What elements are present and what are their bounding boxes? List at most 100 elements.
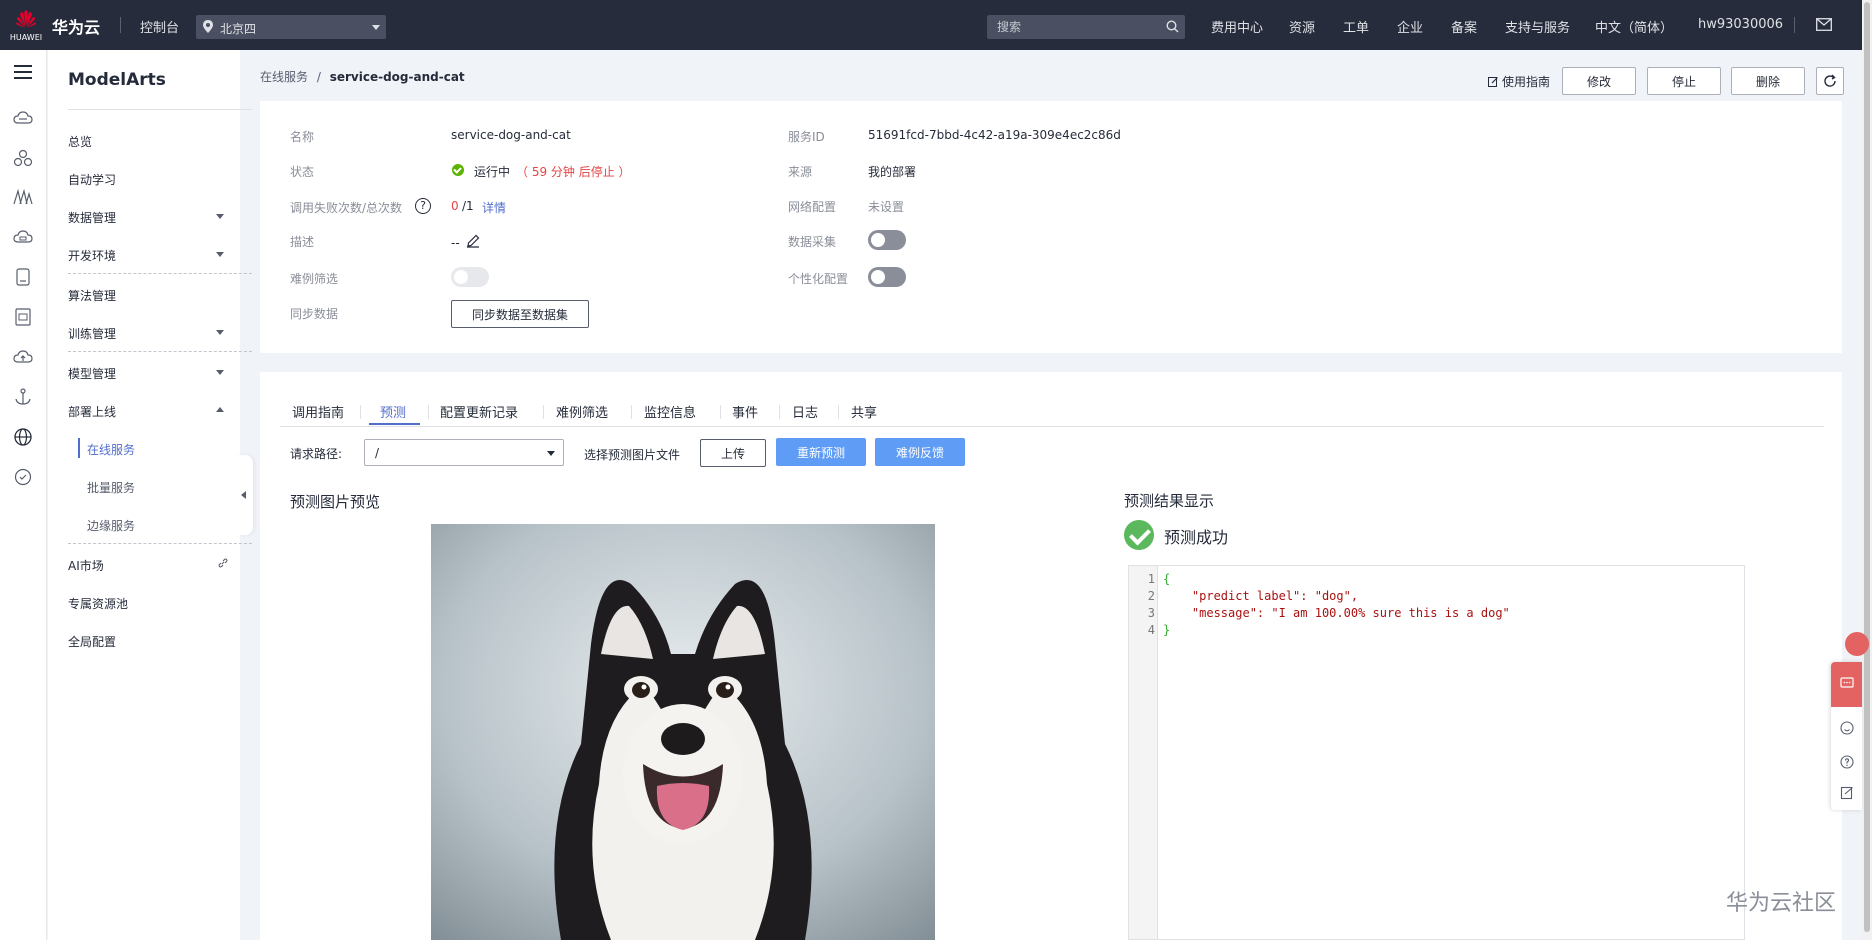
code-line: { (1163, 572, 1171, 586)
edit-doc-icon (1488, 77, 1498, 87)
chevron-down-icon[interactable] (216, 370, 224, 375)
floating-help-panel (1831, 662, 1862, 810)
calls-total: /1 (462, 199, 474, 213)
tab-separator (838, 405, 839, 419)
sidebar-item-algorithm[interactable]: 算法管理 (68, 287, 116, 304)
tab-logs[interactable]: 日志 (792, 402, 818, 421)
chevron-down-icon[interactable] (216, 252, 224, 257)
help-icon[interactable]: ? (415, 198, 431, 214)
breadcrumb-parent[interactable]: 在线服务 (260, 70, 308, 84)
chevron-down-icon[interactable] (216, 330, 224, 335)
cloud-storage-icon[interactable] (11, 225, 35, 249)
sidebar-item-batch-service[interactable]: 批量服务 (87, 479, 135, 496)
sidebar-item-online-service[interactable]: 在线服务 (87, 441, 135, 458)
breadcrumb-separator: / (316, 70, 321, 84)
brand-name[interactable]: 华为云 (52, 14, 100, 38)
line-number: 1 (1147, 572, 1155, 586)
data-collection-label: 数据采集 (788, 235, 837, 249)
globe-icon[interactable] (11, 425, 35, 449)
sidebar-item-deployment[interactable]: 部署上线 (68, 403, 116, 420)
search-input[interactable] (987, 15, 1185, 39)
sidebar-item-ai-market[interactable]: AI市场 (68, 557, 104, 574)
sidebar-item-edge-service[interactable]: 边缘服务 (87, 517, 135, 534)
delete-button[interactable]: 删除 (1731, 67, 1805, 95)
sidebar-item-dedicated-pool[interactable]: 专属资源池 (68, 595, 128, 612)
husky-dog-image (431, 524, 935, 940)
edit-icon[interactable] (466, 234, 480, 248)
source-value: 我的部署 (868, 165, 917, 179)
tabs-divider (280, 426, 1824, 427)
service-icon-rail (0, 50, 47, 940)
cluster-icon[interactable] (11, 146, 35, 170)
menu-icon[interactable] (11, 60, 35, 84)
result-json-viewer[interactable]: 1 2 3 4 { "predict label": "dog", "messa… (1128, 565, 1745, 940)
sync-dataset-button[interactable]: 同步数据至数据集 (451, 300, 589, 328)
device-icon[interactable] (11, 265, 35, 289)
document-icon[interactable] (11, 305, 35, 329)
tab-events[interactable]: 事件 (732, 402, 758, 421)
nav-enterprise[interactable]: 企业 (1397, 17, 1423, 36)
mail-icon[interactable] (1816, 18, 1832, 31)
service-id-value: 51691fcd-7bbd-4c42-a19a-309e4ec2c86d (868, 128, 1121, 142)
chat-icon (1840, 677, 1854, 688)
refresh-button[interactable] (1816, 67, 1844, 95)
assistant-mascot-icon[interactable] (1845, 632, 1869, 656)
repredict-button[interactable]: 重新预测 (776, 438, 866, 466)
sidebar-item-model-management[interactable]: 模型管理 (68, 365, 116, 382)
tab-call-guide[interactable]: 调用指南 (292, 402, 344, 421)
question-icon[interactable] (1840, 755, 1854, 769)
page-scrollbar[interactable] (1862, 0, 1872, 940)
hard-example-feedback-button[interactable]: 难例反馈 (875, 438, 965, 466)
request-path-label: 请求路径: (290, 447, 343, 461)
sidebar-item-dev-env[interactable]: 开发环境 (68, 247, 116, 264)
name-label: 名称 (290, 130, 315, 144)
sidebar-item-auto-learning[interactable]: 自动学习 (68, 171, 116, 188)
data-collection-toggle[interactable] (868, 230, 906, 250)
sidebar-item-global-config[interactable]: 全局配置 (68, 633, 116, 650)
modelarts-icon[interactable] (11, 185, 35, 209)
region-selector[interactable]: 北京四 (196, 15, 386, 39)
nav-support[interactable]: 支持与服务 (1505, 17, 1570, 36)
hard-example-label: 难例筛选 (290, 272, 339, 286)
sidebar-item-data-management[interactable]: 数据管理 (68, 209, 116, 226)
console-link[interactable]: 控制台 (140, 17, 179, 36)
sidebar-item-overview[interactable]: 总览 (68, 133, 92, 150)
feedback-icon[interactable] (11, 465, 35, 489)
upload-button[interactable]: 上传 (700, 439, 766, 467)
tab-share[interactable]: 共享 (851, 402, 877, 421)
usage-guide-link[interactable]: 使用指南 (1488, 73, 1550, 90)
line-number: 2 (1147, 589, 1155, 603)
nav-language[interactable]: 中文（简体） (1595, 17, 1673, 36)
chat-button[interactable] (1831, 662, 1862, 707)
cloud-upload-icon[interactable] (11, 345, 35, 369)
scrollbar-thumb[interactable] (1864, 2, 1870, 932)
hard-example-toggle[interactable] (451, 267, 489, 287)
anchor-icon[interactable] (11, 385, 35, 409)
chevron-up-icon[interactable] (216, 407, 224, 412)
huawei-logo[interactable]: HUAWEI (8, 6, 44, 44)
chevron-down-icon[interactable] (216, 214, 224, 219)
smile-icon[interactable] (1840, 721, 1854, 735)
stop-button[interactable]: 停止 (1647, 67, 1721, 95)
tab-hard-examples[interactable]: 难例筛选 (556, 402, 608, 421)
sidebar-item-training[interactable]: 训练管理 (68, 325, 116, 342)
tab-monitoring[interactable]: 监控信息 (644, 402, 696, 421)
tab-predict[interactable]: 预测 (380, 402, 406, 421)
nav-filing[interactable]: 备案 (1451, 17, 1477, 36)
feedback-edit-icon[interactable] (1840, 786, 1854, 800)
cloud-compute-icon[interactable] (11, 106, 35, 130)
personalization-toggle[interactable] (868, 267, 906, 287)
description-value: -- (451, 236, 460, 250)
sync-data-label: 同步数据 (290, 307, 339, 321)
modify-button[interactable]: 修改 (1562, 67, 1636, 95)
calls-detail-link[interactable]: 详情 (482, 199, 506, 216)
request-path-select[interactable]: / (364, 439, 564, 466)
select-file-label: 选择预测图片文件 (584, 448, 681, 462)
nav-account[interactable]: hw93030006 (1698, 17, 1783, 32)
tab-config-history[interactable]: 配置更新记录 (440, 402, 518, 421)
sidebar-collapse-handle[interactable] (235, 455, 253, 535)
search-icon[interactable] (1166, 20, 1179, 33)
nav-tickets[interactable]: 工单 (1343, 17, 1369, 36)
nav-billing[interactable]: 费用中心 (1211, 17, 1263, 36)
nav-resources[interactable]: 资源 (1289, 17, 1315, 36)
